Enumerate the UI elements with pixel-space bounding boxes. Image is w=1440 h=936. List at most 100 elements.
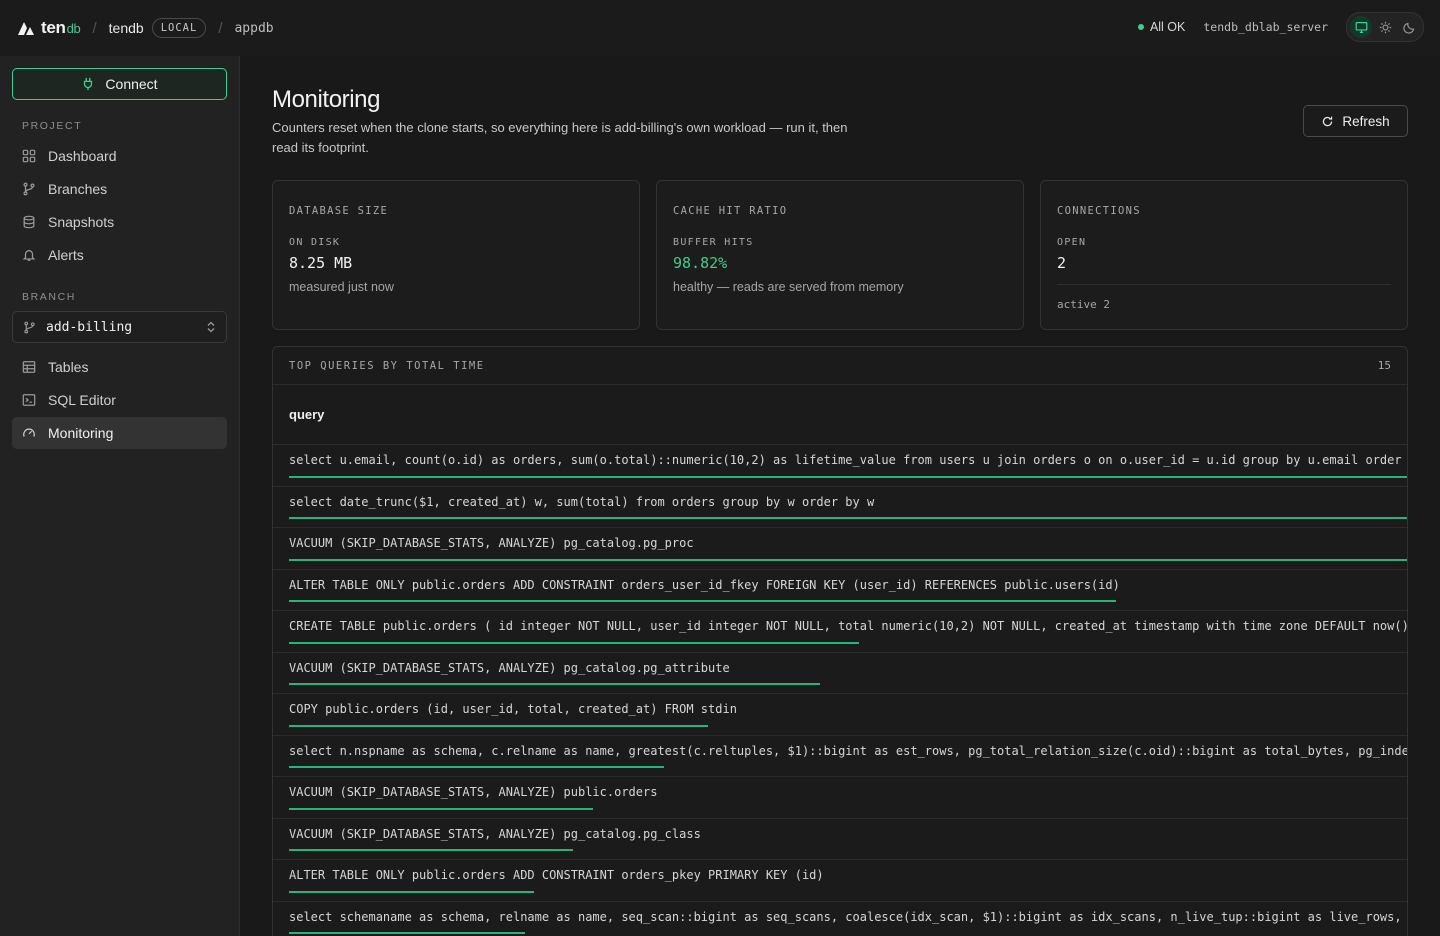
query-row[interactable]: CREATE TABLE public.orders ( id integer …: [273, 611, 1407, 653]
card-subtitle: ON DISK: [289, 237, 341, 248]
query-list: select u.email, count(o.id) as orders, s…: [273, 445, 1407, 936]
cache-hit-ratio-card: CACHE HIT RATIO BUFFER HITS 98.82% healt…: [656, 180, 1024, 330]
card-subtitle: OPEN: [1057, 237, 1087, 248]
query-time-bar: [289, 807, 593, 810]
card-footer: active 2: [1057, 298, 1110, 311]
query-time-bar: [289, 849, 573, 851]
query-row[interactable]: select u.email, count(o.id) as orders, s…: [273, 445, 1407, 487]
query-row[interactable]: ALTER TABLE ONLY public.orders ADD CONST…: [273, 860, 1407, 902]
query-time-bar: [289, 517, 1407, 519]
project-section-label: PROJECT: [22, 120, 83, 132]
breadcrumb-separator: /: [92, 19, 97, 37]
sidebar-item-label: Dashboard: [48, 148, 117, 164]
query-time-bar: [289, 724, 708, 727]
query-text: VACUUM (SKIP_DATABASE_STATS, ANALYZE) pu…: [289, 785, 658, 799]
query-count: 15: [1377, 359, 1391, 372]
panel-header: TOP QUERIES BY TOTAL TIME 15: [273, 347, 1407, 385]
sidebar-item-branches[interactable]: Branches: [12, 173, 227, 205]
query-text: ALTER TABLE ONLY public.orders ADD CONST…: [289, 577, 1120, 592]
plug-icon: [84, 77, 93, 91]
monitor-icon: [1355, 21, 1367, 33]
sidebar-item-label: SQL Editor: [48, 392, 116, 408]
query-row[interactable]: select date_trunc($1, created_at) w, sum…: [273, 487, 1407, 528]
card-title: CACHE HIT RATIO: [673, 205, 788, 217]
card-subtitle: BUFFER HITS: [673, 237, 754, 248]
table-icon: [22, 361, 36, 373]
panel-title: TOP QUERIES BY TOTAL TIME: [289, 359, 485, 372]
query-text: ALTER TABLE ONLY public.orders ADD CONST…: [289, 868, 824, 882]
query-text: VACUUM (SKIP_DATABASE_STATS, ANALYZE) pg…: [289, 660, 730, 675]
refresh-button[interactable]: Refresh: [1303, 105, 1408, 137]
grid-icon: [22, 149, 36, 163]
refresh-label: Refresh: [1342, 113, 1390, 129]
sidebar-item-label: Branches: [48, 181, 108, 197]
connections-card: CONNECTIONS OPEN 2 active 2: [1040, 180, 1408, 330]
theme-switcher: [1346, 12, 1424, 42]
query-text: CREATE TABLE public.orders ( id integer …: [289, 619, 1408, 633]
chevron-up-down-icon: [207, 321, 215, 333]
sidebar-item-dashboard[interactable]: Dashboard: [12, 140, 227, 172]
health-status: All OK: [1137, 20, 1185, 34]
page-title: Monitoring: [272, 86, 381, 113]
query-row[interactable]: VACUUM (SKIP_DATABASE_STATS, ANALYZE) pu…: [273, 777, 1407, 819]
query-row[interactable]: select schemaname as schema, relname as …: [273, 902, 1407, 936]
card-title: DATABASE SIZE: [289, 205, 389, 217]
query-row[interactable]: VACUUM (SKIP_DATABASE_STATS, ANALYZE) pg…: [273, 653, 1407, 694]
sidebar-item-sql-editor[interactable]: SQL Editor: [12, 384, 227, 416]
breadcrumb-project[interactable]: tendb: [109, 20, 144, 36]
sidebar-item-tables[interactable]: Tables: [12, 351, 227, 383]
query-time-bar: [289, 683, 820, 685]
brand-name: tendb: [41, 18, 81, 37]
top-queries-panel: TOP QUERIES BY TOTAL TIME 15 query selec…: [272, 346, 1408, 936]
sidebar-item-alerts[interactable]: Alerts: [12, 239, 227, 271]
sidebar-item-monitoring[interactable]: Monitoring: [12, 417, 227, 449]
breadcrumb-database[interactable]: appdb: [234, 21, 273, 36]
query-time-bar: [289, 558, 1407, 561]
query-row[interactable]: ALTER TABLE ONLY public.orders ADD CONST…: [273, 570, 1407, 611]
moon-icon: [1402, 22, 1414, 34]
query-text: select schemaname as schema, relname as …: [289, 909, 1402, 924]
git-branch-icon: [23, 182, 35, 196]
theme-system-button[interactable]: [1350, 16, 1372, 38]
connect-button[interactable]: Connect: [12, 68, 227, 100]
sidebar-item-label: Tables: [48, 359, 89, 375]
card-value: 2: [1057, 254, 1067, 272]
query-row[interactable]: select n.nspname as schema, c.relname as…: [273, 736, 1408, 777]
bell-icon: [22, 250, 36, 261]
branch-section-label: BRANCH: [22, 291, 76, 303]
theme-dark-button[interactable]: [1398, 16, 1420, 38]
query-row[interactable]: VACUUM (SKIP_DATABASE_STATS, ANALYZE) pg…: [273, 528, 1407, 570]
env-badge: LOCAL: [151, 18, 207, 38]
query-text: select u.email, count(o.id) as orders, s…: [289, 453, 1402, 467]
database-size-card: DATABASE SIZE ON DISK 8.25 MB measured j…: [272, 180, 640, 330]
breadcrumb-separator: /: [218, 19, 223, 37]
card-value: 8.25 MB: [289, 254, 353, 272]
card-note: healthy — reads are served from memory: [673, 280, 904, 294]
query-text: select n.nspname as schema, c.relname as…: [289, 743, 1408, 758]
sidebar-item-label: Monitoring: [48, 425, 114, 441]
sidebar-item-snapshots[interactable]: Snapshots: [12, 206, 227, 238]
query-row[interactable]: COPY public.orders (id, user_id, total, …: [273, 694, 1407, 736]
card-title: CONNECTIONS: [1057, 205, 1141, 217]
brand-logo[interactable]: tendb: [16, 18, 81, 38]
query-text: select date_trunc($1, created_at) w, sum…: [289, 494, 875, 509]
query-text: VACUUM (SKIP_DATABASE_STATS, ANALYZE) pg…: [289, 826, 701, 841]
top-bar: tendb / tendb LOCAL / appdb All OK tendb…: [0, 0, 1440, 56]
status-dot: [1137, 24, 1144, 30]
divider: [1057, 284, 1391, 285]
query-row[interactable]: VACUUM (SKIP_DATABASE_STATS, ANALYZE) pg…: [273, 819, 1407, 860]
query-text: COPY public.orders (id, user_id, total, …: [289, 702, 737, 716]
sun-icon: [1379, 21, 1391, 33]
sidebar-item-label: Alerts: [48, 247, 84, 263]
sidebar-item-label: Snapshots: [48, 214, 115, 230]
branch-selector[interactable]: add-billing: [12, 311, 227, 343]
branch-selector-value: add-billing: [46, 319, 133, 335]
query-text: VACUUM (SKIP_DATABASE_STATS, ANALYZE) pg…: [289, 536, 694, 550]
theme-light-button[interactable]: [1374, 16, 1396, 38]
query-time-bar: [289, 600, 1116, 602]
column-header-query: query: [273, 385, 1407, 445]
refresh-icon: [1323, 116, 1333, 126]
sidebar: Connect PROJECT Dashboard Branches Snaps…: [0, 56, 240, 936]
database-icon: [23, 215, 35, 229]
terminal-icon: [22, 394, 36, 406]
